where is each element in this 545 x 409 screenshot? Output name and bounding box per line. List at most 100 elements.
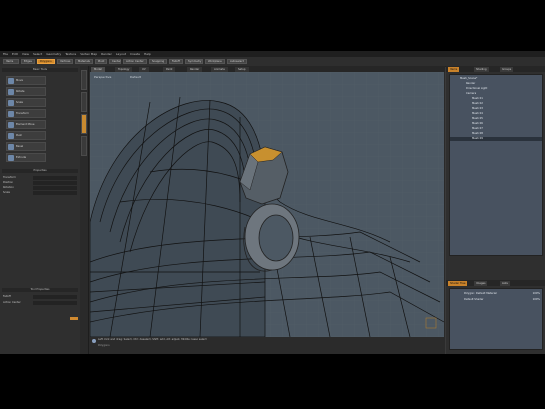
tree-item[interactable]: Mesh 01 (450, 97, 542, 101)
vertical-tab-4[interactable] (81, 136, 87, 156)
shader-tabs: Shader Tree Images Lists (446, 280, 545, 286)
left-tool-panel: Basic Tools Move Rotate Scale Transform Elem… (0, 66, 81, 354)
tool-property-field: Falloff (3, 295, 77, 299)
field-input[interactable] (33, 295, 77, 299)
toolbar-button[interactable]: Pivot (95, 59, 107, 64)
tool-label: Transform (16, 112, 29, 115)
toolbar-button[interactable]: Polygons (37, 59, 55, 64)
toolbar-button[interactable]: Vertices (57, 59, 73, 64)
properties-title: Properties (2, 169, 78, 173)
tool-label: Element Move (16, 123, 35, 126)
tree-item[interactable]: Mesh 08 (450, 132, 542, 136)
tree-item[interactable]: Mesh 06 (450, 122, 542, 126)
tool-property-field: Action Center (3, 301, 77, 305)
toolbar-button[interactable]: Edges (21, 59, 35, 64)
tool-icon (8, 155, 14, 161)
item-list-tabs: Items Shading Groups (446, 66, 545, 72)
shader-tree: Polygon: Default Material 100% Default Sha… (449, 288, 543, 350)
tool-panel-title: Basic Tools (2, 68, 78, 72)
tool-label: Scale (16, 101, 23, 104)
vertical-tab-3[interactable] (81, 114, 87, 134)
tree-item[interactable]: Mesh 04 (450, 112, 542, 116)
tree-item[interactable]: Mesh_Scene* (450, 77, 542, 81)
shader-value: 100% (532, 298, 540, 301)
tool-properties-title: Tool Properties (2, 288, 78, 292)
tool-button[interactable]: Rotate (6, 87, 46, 96)
field-label: Action Center (3, 301, 21, 304)
tree-item[interactable]: Camera (450, 92, 542, 96)
tool-icon (8, 100, 14, 106)
toolbar-button[interactable]: Symmetry (185, 59, 203, 64)
tool-label: Move (16, 79, 23, 82)
shader-item[interactable]: Polygon: Default Material 100% (450, 291, 542, 296)
viewport-canvas[interactable]: Perspective Default (90, 72, 444, 337)
tree-item[interactable]: Directional Light (450, 87, 542, 91)
tool-button[interactable]: Bevel (6, 142, 46, 151)
field-input[interactable] (33, 186, 77, 190)
panel-tab[interactable]: Groups (500, 67, 514, 72)
vertical-tab-1[interactable] (81, 70, 87, 90)
field-input[interactable] (33, 176, 77, 180)
tree-item[interactable]: Mesh 07 (450, 127, 542, 131)
tool-label: Bevel (16, 145, 24, 148)
field-label: Falloff (3, 295, 11, 298)
vertical-tab-strip (80, 66, 89, 354)
toolbar-button[interactable]: Autoselect (227, 59, 247, 64)
toolbar-button[interactable]: Falloff (169, 59, 183, 64)
toolbar-button[interactable]: Items (3, 59, 19, 64)
tool-button[interactable]: Extrude (6, 153, 46, 162)
tool-icon (8, 133, 14, 139)
property-field: Position (3, 181, 77, 185)
status-text: Left click and drag: Select, Ctrl: desel… (98, 338, 207, 341)
shader-value: 100% (532, 292, 540, 295)
panel-tab[interactable]: Shading (474, 67, 489, 72)
tool-icon (8, 144, 14, 150)
tree-item[interactable]: Mesh 09 (450, 137, 542, 141)
panel-tab[interactable]: Items (448, 67, 460, 72)
toolbar-button[interactable]: Materials (75, 59, 93, 64)
modo-app-window: File Edit View Select Geometry Texture Vertex … (0, 51, 545, 354)
viewport-area: Model Topology UV Paint Render Animate Setup (89, 66, 445, 354)
tree-item[interactable]: Mesh 03 (450, 107, 542, 111)
field-label: Position (3, 181, 14, 184)
item-list: Mesh_Scene* Render Directional Light Camera… (449, 74, 543, 256)
shader-name: Default Shader (464, 298, 484, 301)
tool-icon (8, 78, 14, 84)
tool-button[interactable]: Move (6, 76, 46, 85)
view-label: Perspective (94, 75, 112, 79)
tool-button[interactable]: Scale (6, 98, 46, 107)
field-label: Rotation (3, 186, 14, 189)
field-label: Transform (3, 176, 16, 179)
toolbar-button[interactable]: Workplane (205, 59, 225, 64)
right-panel: Items Shading Groups Mesh_Scene* Render Dire… (446, 66, 545, 354)
tool-label: Rotate (16, 90, 25, 93)
property-field: Rotation (3, 186, 77, 190)
vertical-tab-2[interactable] (81, 92, 87, 112)
tool-label: Extrude (16, 156, 27, 159)
field-input[interactable] (33, 301, 77, 305)
tool-button[interactable]: Transform (6, 109, 46, 118)
value-slider[interactable] (70, 317, 78, 320)
tree-item[interactable]: Render (450, 82, 542, 86)
field-input[interactable] (33, 181, 77, 185)
panel-tab[interactable]: Images (474, 281, 488, 286)
toolbar-button[interactable]: Snapping (149, 59, 167, 64)
shader-item[interactable]: Default Shader 100% (450, 297, 542, 302)
tool-icon (8, 89, 14, 95)
status-subtext: Polygons (98, 344, 110, 347)
panel-tab[interactable]: Shader Tree (448, 281, 468, 286)
shading-label: Default (130, 75, 142, 79)
3d-viewport[interactable]: Perspective Default (90, 72, 444, 337)
property-field: Scale (3, 191, 77, 195)
toolbar-button[interactable]: Center (109, 59, 121, 64)
tool-icon (8, 111, 14, 117)
field-input[interactable] (33, 191, 77, 195)
tool-button[interactable]: Push (6, 131, 46, 140)
tree-item[interactable]: Mesh 02 (450, 102, 542, 106)
info-icon (92, 339, 96, 343)
panel-tab[interactable]: Lists (500, 281, 510, 286)
tool-button[interactable]: Element Move (6, 120, 46, 129)
tool-icon (8, 122, 14, 128)
toolbar-button[interactable]: Action Center (123, 59, 147, 64)
tree-item[interactable]: Mesh 05 (450, 117, 542, 121)
